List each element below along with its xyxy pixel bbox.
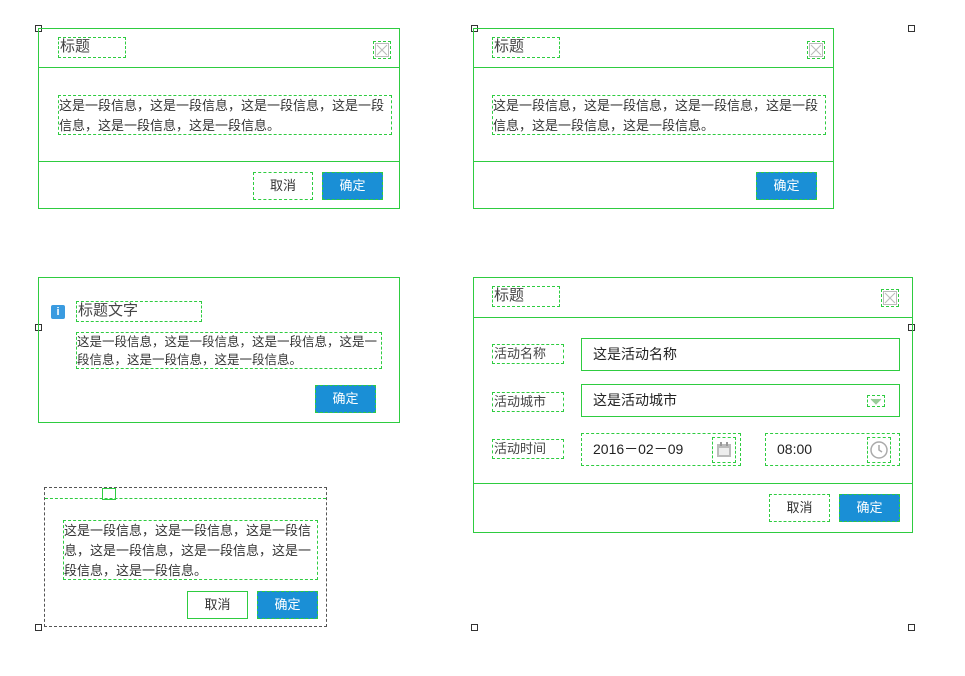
close-icon[interactable]	[881, 289, 899, 307]
dialog-ok-only: 标题 这是一段信息，这是一段信息，这是一段信息，这是一段信息，这是一段信息，这是…	[473, 28, 834, 209]
ok-button[interactable]: 确定	[322, 172, 383, 200]
field-label-name: 活动名称	[492, 344, 564, 364]
dialog-title: 标题文字	[76, 301, 202, 322]
ok-button[interactable]: 确定	[839, 494, 900, 522]
activity-name-input[interactable]: 这是活动名称	[581, 338, 900, 371]
dialog-title: 标题	[492, 37, 560, 58]
selection-handle	[35, 624, 42, 631]
dialog-title: 标题	[492, 286, 560, 307]
dialog-message: 这是一段信息，这是一段信息，这是一段信息，这是一段信息，这是一段信息，这是一段信…	[76, 332, 382, 369]
ok-button[interactable]: 确定	[756, 172, 817, 200]
dropdown-arrow-icon[interactable]	[867, 395, 885, 407]
cancel-button[interactable]: 取消	[769, 494, 830, 522]
selection-handle	[908, 624, 915, 631]
calendar-icon[interactable]	[712, 437, 736, 463]
selection-handle	[471, 624, 478, 631]
activity-city-select[interactable]: 这是活动城市	[581, 384, 900, 417]
ok-button[interactable]: 确定	[315, 385, 376, 413]
dialog-with-cancel: 标题 这是一段信息，这是一段信息，这是一段信息，这是一段信息，这是一段信息，这是…	[38, 28, 400, 209]
close-icon[interactable]	[373, 41, 391, 59]
dialog-message: 这是一段信息，这是一段信息，这是一段信息，这是一段信息，这是一段信息，这是一段信…	[492, 95, 826, 135]
dialog-message: 这是一段信息，这是一段信息，这是一段信息，这是一段信息，这是一段信息，这是一段信…	[58, 95, 392, 135]
cancel-button[interactable]: 取消	[187, 591, 248, 619]
info-dialog: i 标题文字 这是一段信息，这是一段信息，这是一段信息，这是一段信息，这是一段信…	[38, 277, 400, 423]
cancel-button[interactable]: 取消	[253, 172, 313, 200]
info-icon: i	[51, 305, 65, 319]
field-label-time: 活动时间	[492, 439, 564, 459]
untitled-dialog: 这是一段信息，这是一段信息，这是一段信息，这是一段信息，这是一段信息，这是一段信…	[44, 487, 327, 627]
ok-button[interactable]: 确定	[257, 591, 318, 619]
close-icon[interactable]	[807, 41, 825, 59]
form-dialog: 标题 活动名称 这是活动名称 活动城市 这是活动城市 活动时间 2016－02－…	[473, 277, 913, 533]
clock-icon[interactable]	[867, 437, 891, 463]
dialog-title: 标题	[58, 37, 126, 58]
field-label-city: 活动城市	[492, 392, 564, 412]
selection-handle	[908, 25, 915, 32]
dialog-message: 这是一段信息，这是一段信息，这是一段信息，这是一段信息，这是一段信息，这是一段信…	[63, 520, 318, 580]
